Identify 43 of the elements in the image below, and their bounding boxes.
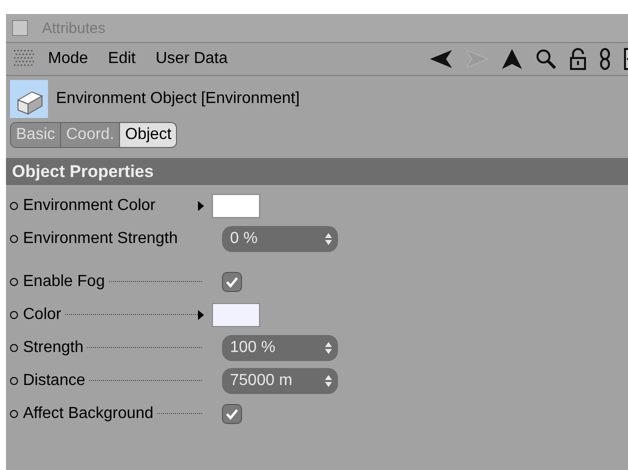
field-label: Affect Background: [23, 404, 154, 422]
tab[interactable]: Object: [120, 123, 176, 147]
field-label: Enable Fog: [23, 272, 105, 290]
search-icon[interactable]: [536, 49, 556, 69]
bullet-icon: [10, 234, 18, 242]
bullet-icon: [10, 310, 18, 318]
bullet-icon: [10, 376, 18, 384]
checkmark-icon: [225, 408, 239, 420]
color-swatch[interactable]: [212, 302, 260, 326]
expand-arrow-icon[interactable]: [198, 200, 204, 210]
padlock-icon[interactable]: [570, 48, 586, 70]
object-title: Environment Object [Environment]: [56, 90, 300, 108]
expand-arrow-icon[interactable]: [198, 310, 204, 320]
back-arrow-icon[interactable]: [430, 50, 452, 68]
bullet-icon: [10, 410, 18, 418]
grip-icon[interactable]: [14, 50, 34, 68]
tab[interactable]: Basic: [11, 123, 62, 147]
spinner-icon[interactable]: [325, 342, 332, 354]
section-header: Object Properties: [6, 158, 628, 185]
spinner-icon[interactable]: [325, 374, 332, 386]
number-field[interactable]: 0 %: [222, 226, 338, 252]
panel-toggle-icon[interactable]: [12, 20, 28, 36]
field-label: Color: [23, 306, 62, 324]
field-label: Strength: [23, 338, 84, 356]
number-field[interactable]: 75000 m: [222, 368, 338, 394]
field-label: Environment Color: [23, 196, 156, 214]
color-swatch[interactable]: [212, 194, 260, 218]
field-label: Distance: [23, 372, 86, 390]
spinner-icon[interactable]: [325, 232, 332, 244]
bullet-icon: [10, 344, 18, 352]
up-arrow-icon[interactable]: [502, 49, 522, 69]
checkbox[interactable]: [222, 404, 242, 424]
bullet-icon: [10, 278, 18, 286]
menu-item[interactable]: Mode: [48, 50, 88, 68]
menu-item[interactable]: Edit: [108, 50, 136, 68]
number-field[interactable]: 100 %: [222, 334, 338, 360]
bullet-icon: [10, 202, 18, 210]
tab[interactable]: Coord.: [61, 123, 120, 147]
checkbox[interactable]: [222, 272, 242, 292]
field-label: Environment Strength: [23, 230, 178, 248]
menu-item[interactable]: User Data: [156, 50, 228, 68]
checkmark-icon: [225, 276, 239, 288]
chain-icon[interactable]: [600, 48, 610, 70]
